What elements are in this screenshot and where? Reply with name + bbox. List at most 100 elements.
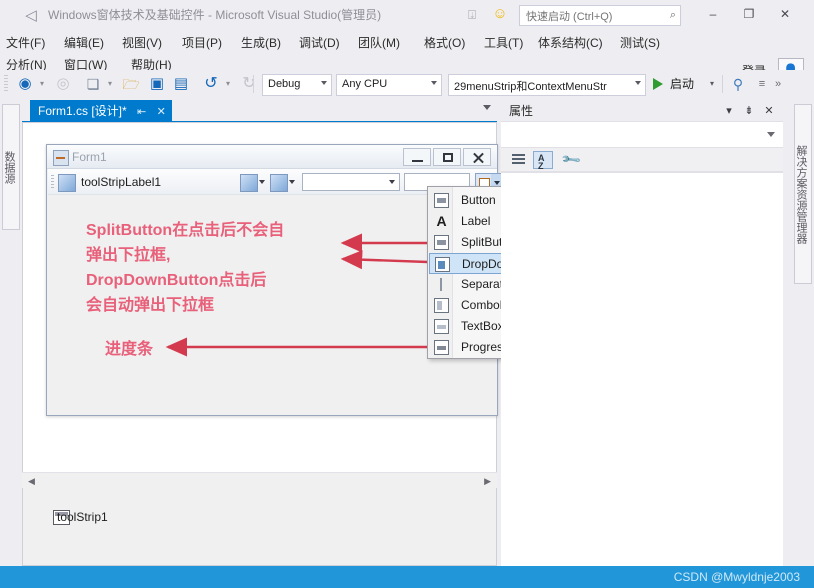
menu-edit[interactable]: 编辑(E) <box>64 34 104 52</box>
tab-overflow-chevron-down-icon[interactable] <box>483 105 491 110</box>
visual-studio-window: ◁ Windows窗体技术及基础控件 - Microsoft Visual St… <box>0 0 814 588</box>
toolstrip-grip[interactable] <box>51 175 54 189</box>
standard-toolbar: ◉ ▾ ◎ ❏ ▾ 🗁 ▣ ▤ ↺ ▾ ↻ ▾ Debug Any CPU 29… <box>0 70 814 98</box>
form1-title: Form1 <box>72 149 107 165</box>
smiley-icon[interactable]: ☺ <box>490 5 510 23</box>
menu-debug[interactable]: 调试(D) <box>299 34 340 52</box>
chevron-down-icon <box>321 81 327 85</box>
dropdown-button-icon[interactable] <box>270 174 288 192</box>
open-file-icon[interactable]: 🗁 <box>120 73 142 95</box>
form-maximize-button[interactable] <box>433 148 461 166</box>
start-debug-button[interactable]: 启动 <box>670 74 694 94</box>
menu-build[interactable]: 生成(B) <box>241 34 281 52</box>
close-icon[interactable]: ✕ <box>761 103 777 119</box>
dock-tab-solution-explorer[interactable]: 解决方案资源管理器 <box>794 104 812 284</box>
menu-file[interactable]: 文件(F) <box>6 34 45 52</box>
visual-studio-logo-icon: ◁ <box>22 7 40 24</box>
attach-to-process-icon[interactable]: ⚲ <box>728 73 748 95</box>
navigate-backward-icon[interactable]: ◉ <box>14 73 36 95</box>
chevron-down-icon <box>431 81 437 85</box>
platform-value: Any CPU <box>342 78 387 90</box>
navigate-backward-dropdown-icon[interactable]: ▾ <box>36 73 48 95</box>
undo-icon[interactable]: ↺ <box>200 73 222 95</box>
separator-icon <box>434 277 449 292</box>
start-dropdown-icon[interactable]: ▾ <box>706 73 718 95</box>
properties-title: 属性 <box>509 104 533 119</box>
save-icon[interactable]: ▣ <box>146 73 168 95</box>
toolstrip-label-text[interactable]: toolStripLabel1 <box>81 175 161 190</box>
annotation-line-2: 弹出下拉框, <box>86 243 170 268</box>
chevron-down-icon <box>767 132 775 137</box>
new-project-dropdown-icon[interactable]: ▾ <box>104 73 116 95</box>
split-button-icon[interactable] <box>240 174 258 192</box>
window-maximize-button[interactable]: ❐ <box>736 4 762 25</box>
properties-wrench-icon[interactable]: 🔧 <box>560 149 583 172</box>
menu-architecture[interactable]: 体系结构(C) <box>538 34 603 52</box>
toolstrip-combobox[interactable] <box>302 173 400 191</box>
configuration-value: Debug <box>268 78 300 90</box>
footer-bar: CSDN @Mwyldnje2003 <box>0 566 814 588</box>
menu-tools[interactable]: 工具(T) <box>484 34 523 52</box>
configuration-dropdown[interactable]: Debug <box>262 74 332 96</box>
window-minimize-button[interactable]: – <box>700 4 726 25</box>
toolbar-options-icon[interactable]: ≡ <box>754 73 770 95</box>
menu-view[interactable]: 视图(V) <box>122 34 162 52</box>
startup-project-dropdown[interactable]: 29menuStrip和ContextMenuStr <box>448 74 646 96</box>
navigate-forward-icon[interactable]: ◎ <box>52 73 74 95</box>
document-tab-form1-design[interactable]: Form1.cs [设计]* ⇤ ✕ <box>30 100 172 122</box>
menu-project[interactable]: 项目(P) <box>182 34 222 52</box>
watermark: CSDN @Mwyldnje2003 <box>674 569 800 585</box>
toolbar-separator <box>253 75 254 93</box>
save-all-icon[interactable]: ▤ <box>170 73 192 95</box>
chevron-down-icon <box>494 181 500 185</box>
form-close-button[interactable] <box>463 148 491 166</box>
form1-title-bar[interactable]: Form1 <box>47 145 497 169</box>
textbox-icon <box>434 319 449 334</box>
feedback-icon[interactable]: ⍗ <box>462 6 482 24</box>
component-tray[interactable]: toolStrip1 <box>22 488 497 566</box>
dock-tab-data-sources[interactable]: 数据源 <box>2 104 20 230</box>
menu-item-label: TextBox <box>461 319 504 334</box>
close-icon[interactable]: ✕ <box>157 101 166 123</box>
tray-item-toolstrip1[interactable]: toolStrip1 <box>57 510 108 524</box>
properties-header: 属性 ▾ ⇟ ✕ <box>501 100 783 122</box>
pin-icon[interactable]: ⇤ <box>137 101 146 123</box>
chevron-down-icon <box>389 180 395 184</box>
dropdown-button-chevron-down-icon[interactable] <box>289 180 295 184</box>
properties-chevron-down-icon[interactable]: ▾ <box>721 103 737 119</box>
menu-item-label: Button <box>461 193 496 208</box>
scroll-right-arrow-icon[interactable]: ▶ <box>484 476 491 487</box>
categorized-view-icon[interactable] <box>509 151 529 169</box>
menu-test[interactable]: 测试(S) <box>620 34 660 52</box>
chevron-down-icon <box>635 81 641 85</box>
properties-object-selector[interactable] <box>501 122 783 148</box>
redo-icon[interactable]: ↻ <box>238 73 260 95</box>
form-icon <box>53 150 69 166</box>
new-project-icon[interactable]: ❏ <box>82 73 104 95</box>
properties-grid[interactable] <box>501 172 783 566</box>
split-button-chevron-down-icon[interactable] <box>259 180 265 184</box>
platform-dropdown[interactable]: Any CPU <box>336 74 442 96</box>
menu-team[interactable]: 团队(M) <box>358 34 400 52</box>
annotation-line-1: SplitButton在点击后不会自 <box>86 218 284 243</box>
form-minimize-button[interactable] <box>403 148 431 166</box>
search-icon: ⌕ <box>670 9 676 22</box>
quick-launch-input[interactable] <box>524 7 660 26</box>
window-close-button[interactable]: ✕ <box>772 4 798 25</box>
pin-icon[interactable]: ⇟ <box>741 103 757 119</box>
quick-launch-box[interactable]: ⌕ <box>519 5 681 26</box>
annotation-line-3: DropDownButton点击后 <box>86 268 266 293</box>
designer-horizontal-scrollbar[interactable]: ◀ ▶ <box>22 472 497 489</box>
undo-dropdown-icon[interactable]: ▾ <box>222 73 234 95</box>
toolbar-grip[interactable] <box>4 75 8 93</box>
alphabetical-view-icon[interactable]: A Z <box>533 151 553 169</box>
dropdown-button-icon <box>435 257 450 272</box>
scroll-left-arrow-icon[interactable]: ◀ <box>28 476 35 487</box>
split-button-icon <box>434 235 449 250</box>
toolbar-overflow-icon[interactable]: » <box>770 73 786 95</box>
menu-format[interactable]: 格式(O) <box>424 34 465 52</box>
play-icon[interactable] <box>653 78 663 90</box>
combobox-icon <box>434 298 449 313</box>
toolbar-separator-2 <box>722 75 723 93</box>
menu-bar: 文件(F) 编辑(E) 视图(V) 项目(P) 生成(B) 调试(D) 团队(M… <box>0 30 814 72</box>
